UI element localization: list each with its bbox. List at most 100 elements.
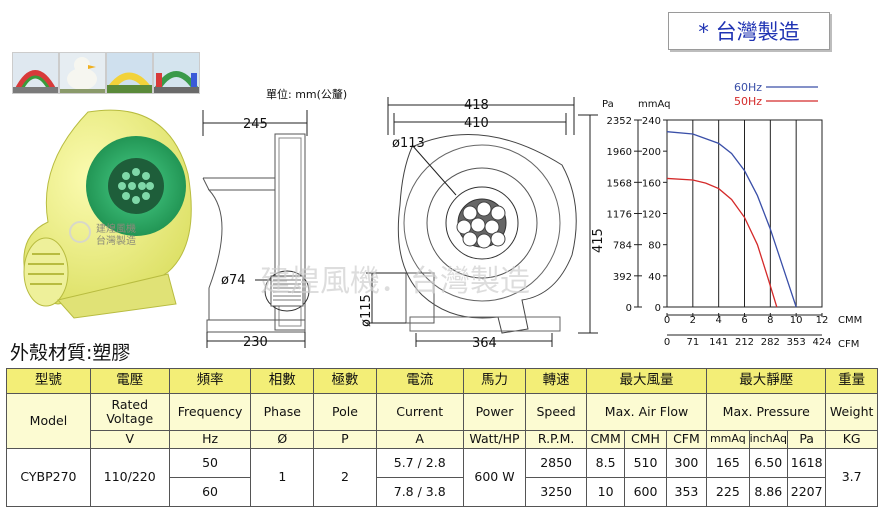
x-tick-label-cfm: 71 <box>686 337 699 348</box>
x-axis-cfm-label: CFM <box>838 339 859 350</box>
hdr-frequency-en: Frequency <box>168 393 252 431</box>
hdr-power-en: Power <box>462 393 527 431</box>
side-width-top-dim: 245 <box>243 117 268 132</box>
x-tick-label-cfm: 282 <box>761 337 780 348</box>
hdr-phase-en: Phase <box>250 393 315 431</box>
unit-cmm: CMM <box>585 430 626 449</box>
y-tick-label-pa: 784 <box>613 241 632 252</box>
hdr-current-en: Current <box>375 393 464 431</box>
header-row-en: Model Rated Voltage Frequency Phase Pole… <box>6 393 878 449</box>
hdr-pressure-en: Max. Pressure <box>706 393 827 431</box>
spec-sheet: * 台灣製造 建煌風機 台灣製造 外殼材質:塑膠 單位: mm(公釐) 245 … <box>0 0 890 522</box>
side-outlet-diameter-dim: ø74 <box>221 273 246 288</box>
cell-cfm: 300 <box>665 448 708 478</box>
hdr-pole-en: Pole <box>313 393 377 431</box>
unit-inchaq: inchAq <box>748 430 788 449</box>
cell-current: 5.7 / 2.8 <box>375 448 464 478</box>
unit-current: A <box>375 430 464 449</box>
legend-label-50hz: 50Hz <box>734 95 762 108</box>
thumbnail-inflatable-arch-2[interactable] <box>106 52 153 94</box>
x-tick-label-cfm: 353 <box>787 337 806 348</box>
cell-mmaq: 225 <box>706 477 750 507</box>
cell-current: 7.8 / 3.8 <box>375 477 464 507</box>
hdr-speed-en: Speed <box>525 393 587 431</box>
cell-pa: 1618 <box>786 448 827 478</box>
hdr-weight-en: Weight <box>825 393 878 431</box>
x-tick-label-cfm: 0 <box>664 337 670 348</box>
y-tick-label-pa: 1960 <box>607 147 632 158</box>
hdr-pole-zh: 極數 <box>313 368 377 394</box>
cell-cmm: 10 <box>585 477 626 507</box>
hdr-voltage-zh: 電壓 <box>89 368 170 394</box>
y-tick-label-mmaq: 160 <box>642 178 661 189</box>
cell-inchaq: 6.50 <box>748 448 788 478</box>
cell-cmm: 8.5 <box>585 448 626 478</box>
legend-label-60hz: 60Hz <box>734 81 762 94</box>
cell-cfm: 353 <box>665 477 708 507</box>
x-tick-label-cmm: 12 <box>816 315 829 326</box>
cell-mmaq: 165 <box>706 448 750 478</box>
cell-weight: 3.7 <box>825 448 878 507</box>
spec-table: 型號 電壓 頻率 相數 極數 電流 馬力 轉速 最大風量 最大靜壓 重量 Mod… <box>6 368 878 507</box>
y-axis-pa-label: Pa <box>602 99 614 110</box>
hdr-airflow-en: Max. Air Flow <box>585 393 708 431</box>
x-tick-label-cmm: 0 <box>664 315 670 326</box>
housing-material-label: 外殼材質:塑膠 <box>10 342 131 364</box>
hdr-power-zh: 馬力 <box>462 368 527 394</box>
x-tick-label-cmm: 10 <box>790 315 803 326</box>
x-tick-label-cfm: 212 <box>735 337 754 348</box>
y-tick-label-mmaq: 240 <box>642 116 661 127</box>
x-tick-label-cmm: 6 <box>741 315 747 326</box>
blower-product-image: 建煌風機 台灣製造 <box>23 109 192 319</box>
hdr-weight-zh: 重量 <box>825 368 878 394</box>
hdr-voltage-en: Rated Voltage <box>89 393 170 431</box>
hdr-airflow-zh: 最大風量 <box>585 368 708 394</box>
cell-cmh: 510 <box>624 448 667 478</box>
cell-frequency: 60 <box>168 477 252 507</box>
watermark-small-line-1: 建煌風機 <box>96 222 136 235</box>
unit-phase: Ø <box>250 430 315 449</box>
y-tick-label-mmaq: 120 <box>642 210 661 221</box>
made-in-taiwan-badge: * 台灣製造 <box>668 12 830 50</box>
cell-model: CYBP270 <box>6 448 91 507</box>
cell-pole: 2 <box>313 448 377 507</box>
y-tick-label-mmaq: 0 <box>655 303 661 314</box>
thumbnail-inflatable-duck[interactable] <box>59 52 106 94</box>
cell-voltage: 110/220 <box>89 448 170 507</box>
units-row: V Hz Ø P A Watt/HP R.P.M. CMM CMH CFM mm… <box>7 430 878 449</box>
unit-power: Watt/HP <box>462 430 527 449</box>
thumbnail-inflatable-arch-1[interactable] <box>12 52 59 94</box>
front-bottom-width-dim: 364 <box>472 336 497 351</box>
series-line-60hz <box>666 131 797 308</box>
front-view-drawing: 418 410 ø113 415 ø115 364 <box>359 97 606 351</box>
y-tick-label-mmaq: 200 <box>642 147 661 158</box>
unit-cmh: CMH <box>624 430 667 449</box>
side-width-bottom-dim: 230 <box>243 335 268 348</box>
hdr-model-en: Model <box>6 393 91 449</box>
y-tick-label-mmaq: 40 <box>648 272 661 283</box>
y-tick-label-pa: 0 <box>626 303 632 314</box>
x-tick-label-cmm: 2 <box>690 315 696 326</box>
cell-pa: 2207 <box>786 477 827 507</box>
unit-cfm: CFM <box>665 430 708 449</box>
hdr-current-zh: 電流 <box>375 368 464 394</box>
y-tick-label-pa: 1568 <box>607 178 632 189</box>
unit-pa: Pa <box>786 430 827 449</box>
watermark-small-line-2: 台灣製造 <box>96 234 136 247</box>
series-line-50hz <box>666 177 778 308</box>
header-row-zh: 型號 電壓 頻率 相數 極數 電流 馬力 轉速 最大風量 最大靜壓 重量 <box>6 368 878 394</box>
unit-label: 單位: mm(公釐) <box>266 88 348 101</box>
y-tick-label-pa: 1176 <box>607 210 632 221</box>
x-tick-label-cmm: 8 <box>767 315 773 326</box>
x-axis-cmm-label: CMM <box>838 315 862 326</box>
y-axis-mmaq-label: mmAq <box>638 99 671 110</box>
hdr-model-zh: 型號 <box>6 368 91 394</box>
x-tick-label-cmm: 4 <box>715 315 721 326</box>
unit-frequency: Hz <box>168 430 252 449</box>
hdr-speed-zh: 轉速 <box>525 368 587 394</box>
front-inlet-diameter-dim: ø113 <box>392 136 425 151</box>
front-outer-width-dim: 418 <box>464 98 489 113</box>
unit-pole: P <box>313 430 377 449</box>
thumbnail-inflatable-arch-3[interactable] <box>153 52 200 94</box>
unit-voltage: V <box>89 430 170 449</box>
